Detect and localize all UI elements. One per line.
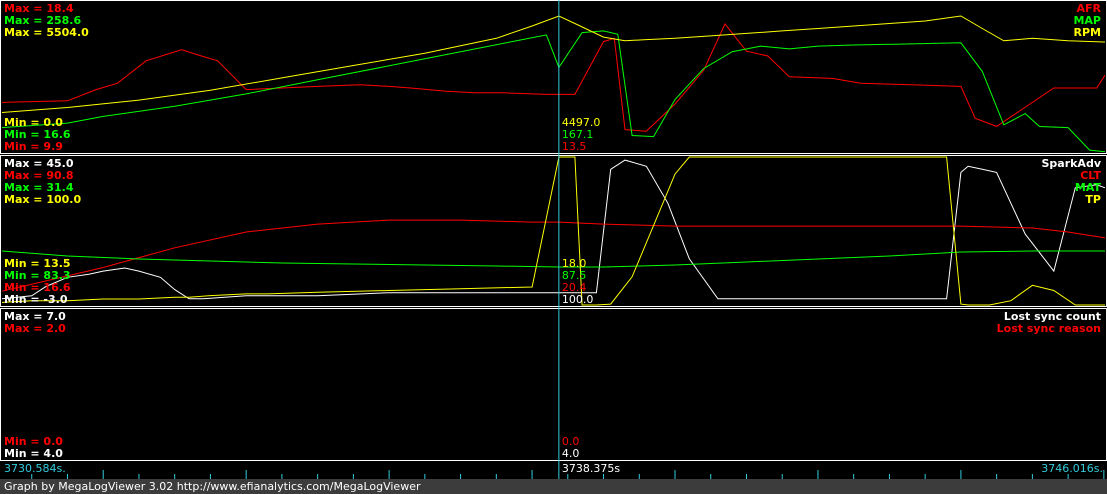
cursor-value-label: 13.5 [562, 140, 587, 153]
cursor-value-label: 4.0 [562, 447, 580, 460]
footer-credits: Graph by MegaLogViewer 3.02 http://www.e… [0, 479, 1107, 494]
series-line-afr [1, 23, 1106, 132]
series-line-clt [1, 219, 1106, 292]
cursor-value-label: 100.0 [562, 293, 594, 306]
time-axis-start-label: 3730.584s. [4, 462, 66, 475]
series-name-label: Lost sync reason [997, 322, 1101, 335]
series-line-rpm [1, 15, 1105, 113]
megalogviewer-graph: Max = 18.4 AFR Max = 258.6 MAP Max = 5504.0 R… [0, 0, 1107, 494]
time-axis-end-label: 3746.016s. [1041, 462, 1103, 475]
footer-text: Graph by MegaLogViewer 3.02 http://www.e… [4, 480, 421, 493]
time-axis-cursor-label: 3738.375s [562, 462, 620, 475]
panel-frame-3 [0, 308, 1107, 461]
series-line-map [1, 30, 1106, 153]
series-name-label: TP [1085, 193, 1101, 206]
max-label: Max = 5504.0 [4, 26, 89, 39]
series-line-mat [1, 250, 1105, 268]
panel-frame-2 [0, 155, 1107, 307]
min-label: Min = 4.0 [4, 447, 63, 460]
panel-frame-1 [0, 0, 1107, 154]
max-label: Max = 100.0 [4, 193, 81, 206]
series-name-label: RPM [1074, 26, 1101, 39]
max-label: Max = 2.0 [4, 322, 66, 335]
chart-canvas[interactable]: Max = 18.4 AFRMax = 258.6 MAPMax = 5504.0 R… [0, 0, 1107, 494]
min-label: Min = -3.0 [4, 293, 68, 306]
min-label: Min = 9.9 [4, 140, 63, 153]
